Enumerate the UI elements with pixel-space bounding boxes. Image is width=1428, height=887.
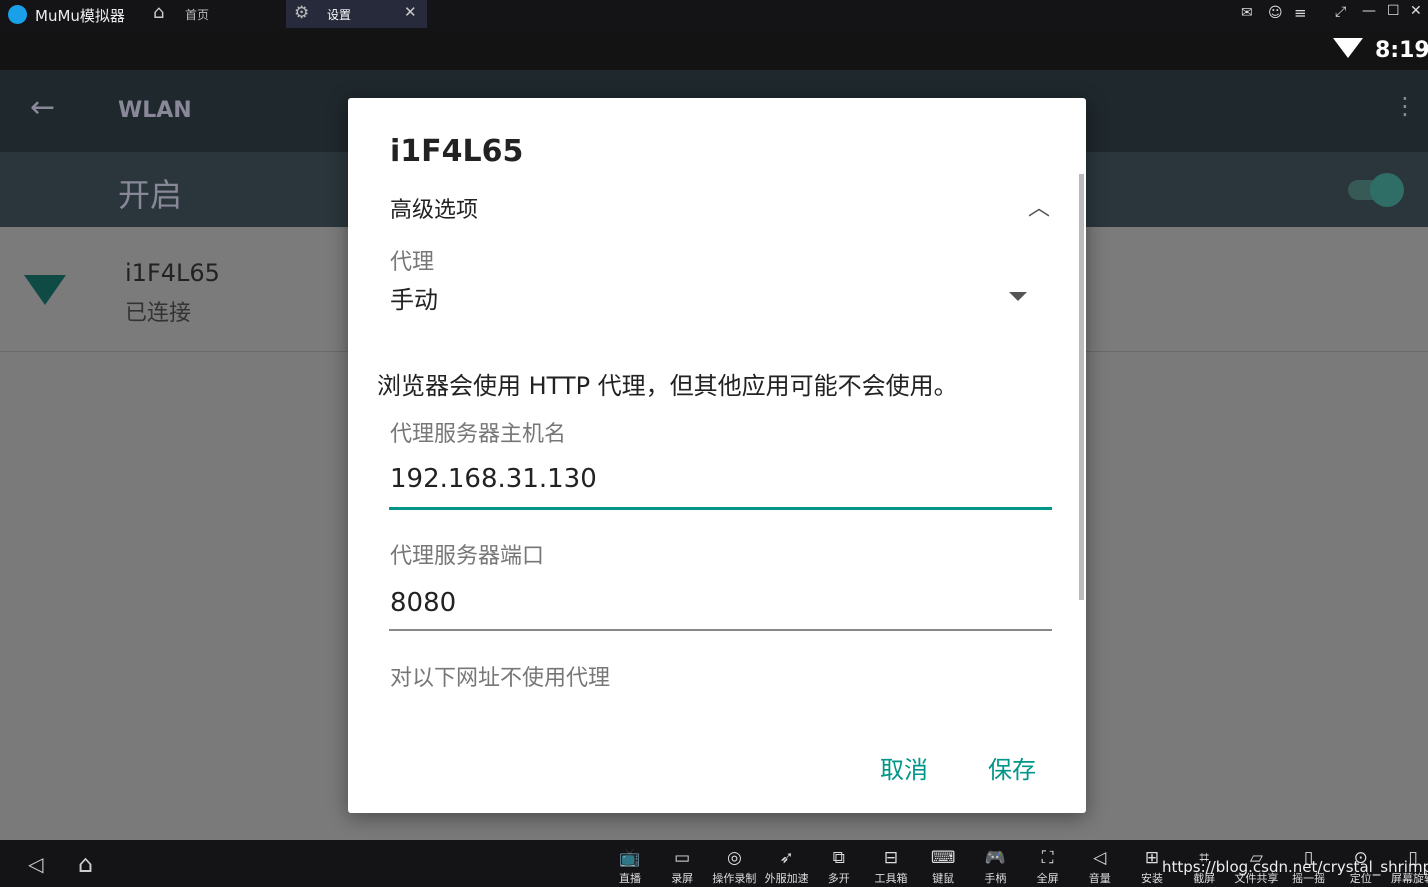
tool-record[interactable]: ◎ 操作录制 bbox=[709, 846, 759, 886]
camera-icon: ▭ bbox=[674, 848, 691, 868]
maximize-icon[interactable]: ☐ bbox=[1387, 3, 1400, 19]
tool-tv[interactable]: 📺 直播 bbox=[605, 846, 655, 886]
tool-label: 直播 bbox=[619, 872, 641, 885]
network-status: 已连接 bbox=[125, 301, 192, 326]
scrollbar[interactable] bbox=[1079, 174, 1084, 600]
host-value: 192.168.31.130 bbox=[390, 464, 597, 494]
cancel-button[interactable]: 取消 bbox=[880, 750, 928, 785]
dropdown-arrow-icon bbox=[1009, 292, 1027, 301]
host-input[interactable]: 192.168.31.130 bbox=[389, 464, 1052, 510]
network-name: i1F4L65 bbox=[125, 259, 220, 287]
tool-toolbox[interactable]: ⊟ 工具箱 bbox=[866, 846, 916, 886]
tool-label: 键鼠 bbox=[932, 872, 955, 885]
page-title: WLAN bbox=[118, 98, 192, 123]
back-arrow-icon[interactable]: ← bbox=[30, 90, 55, 125]
tab-settings[interactable]: ⚙ 设置 ✕ bbox=[286, 0, 427, 28]
tool-camera[interactable]: ▭ 录屏 bbox=[657, 846, 707, 886]
tool-label: 录屏 bbox=[671, 872, 694, 885]
overflow-menu-icon[interactable]: ⋮ bbox=[1393, 92, 1417, 120]
tool-label: 全屏 bbox=[1036, 872, 1059, 885]
tool-rocket[interactable]: ➶ 外服加速 bbox=[762, 846, 812, 886]
tool-volume[interactable]: ◁ 音量 bbox=[1075, 846, 1125, 886]
app-title: MuMu模拟器 bbox=[35, 7, 125, 25]
close-tab-icon[interactable]: ✕ bbox=[404, 3, 417, 21]
tab-label: 设置 bbox=[327, 8, 352, 22]
proxy-select[interactable]: 手动 bbox=[390, 280, 1030, 314]
mumu-logo-icon bbox=[8, 5, 27, 24]
advanced-options-toggle[interactable]: 高级选项 ︿ bbox=[390, 192, 1050, 224]
tool-label: 多开 bbox=[827, 872, 850, 885]
port-value: 8080 bbox=[390, 588, 457, 618]
wifi-icon bbox=[1333, 38, 1363, 58]
tab-home[interactable]: ⌂ 首页 bbox=[150, 0, 285, 30]
tool-label: 手柄 bbox=[984, 872, 1007, 885]
android-statusbar: 8:19 bbox=[0, 30, 1428, 70]
chevron-up-icon: ︿ bbox=[1028, 196, 1051, 221]
emulator-titlebar: MuMu模拟器 ⌂ 首页 ⚙ 设置 ✕ ✉ ☺ ≡ ⤢ — ☐ ✕ bbox=[0, 0, 1428, 30]
tv-icon: 📺 bbox=[619, 848, 641, 868]
volume-icon: ◁ bbox=[1093, 848, 1107, 868]
menu-icon[interactable]: ≡ bbox=[1294, 4, 1307, 22]
gear-icon: ⚙ bbox=[294, 3, 310, 23]
tool-multi[interactable]: ⧉ 多开 bbox=[814, 846, 864, 886]
tool-label: 工具箱 bbox=[874, 872, 908, 885]
close-icon[interactable]: ✕ bbox=[1410, 3, 1422, 19]
switch-label: 开启 bbox=[118, 176, 183, 214]
emulator-bottom-toolbar: ◁ ⌂ 📺 直播 ▭ 录屏 ◎ 操作录制 ➶ 外服加速 ⧉ 多开 ⊟ 工具箱 ⌨ 键鼠 🎮 手柄 ⛶ 全屏 ◁ 音量 ⊞… bbox=[0, 840, 1428, 887]
wifi-signal-icon bbox=[24, 275, 66, 305]
tool-label: 音量 bbox=[1088, 872, 1111, 885]
tab-label: 首页 bbox=[185, 8, 210, 22]
rocket-icon: ➶ bbox=[779, 848, 794, 868]
proxy-value: 手动 bbox=[390, 286, 438, 314]
tool-label: 操作录制 bbox=[712, 872, 757, 885]
tool-keyboard[interactable]: ⌨ 键鼠 bbox=[918, 846, 968, 886]
gamepad-icon: 🎮 bbox=[984, 848, 1006, 868]
tool-label: 安装 bbox=[1141, 872, 1163, 885]
save-button[interactable]: 保存 bbox=[988, 750, 1036, 785]
fullscreen-icon: ⛶ bbox=[1041, 848, 1054, 868]
tool-gamepad[interactable]: 🎮 手柄 bbox=[970, 846, 1020, 886]
bypass-label: 对以下网址不使用代理 bbox=[390, 666, 611, 691]
restore-icon[interactable]: ⤢ bbox=[1335, 4, 1346, 20]
tool-fullscreen[interactable]: ⛶ 全屏 bbox=[1023, 846, 1073, 886]
toolbox-icon: ⊟ bbox=[883, 848, 899, 868]
record-icon: ◎ bbox=[726, 848, 742, 868]
home-icon: ⌂ bbox=[153, 2, 165, 23]
tool-label: 外服加速 bbox=[764, 872, 809, 885]
proxy-note: 浏览器会使用 HTTP 代理，但其他应用可能不会使用。 bbox=[377, 372, 958, 400]
home-nav-icon[interactable]: ⌂ bbox=[78, 850, 93, 878]
keyboard-icon: ⌨ bbox=[930, 848, 956, 868]
user-icon[interactable]: ☺ bbox=[1268, 5, 1283, 21]
watermark: https://blog.csdn.net/crystal_shrimps bbox=[1162, 858, 1428, 876]
clock: 8:19 bbox=[1375, 38, 1428, 63]
proxy-label: 代理 bbox=[390, 250, 435, 275]
advanced-label: 高级选项 bbox=[390, 198, 479, 223]
dialog-title: i1F4L65 bbox=[390, 134, 524, 169]
host-label: 代理服务器主机名 bbox=[390, 422, 567, 447]
port-label: 代理服务器端口 bbox=[390, 544, 545, 569]
multi-icon: ⧉ bbox=[832, 848, 845, 868]
wlan-toggle[interactable] bbox=[1348, 173, 1404, 207]
minimize-icon[interactable]: — bbox=[1362, 3, 1376, 19]
proxy-dialog: i1F4L65 高级选项 ︿ 代理 手动 浏览器会使用 HTTP 代理，但其他应… bbox=[348, 98, 1086, 813]
back-nav-icon[interactable]: ◁ bbox=[28, 852, 43, 876]
mail-icon[interactable]: ✉ bbox=[1241, 5, 1253, 21]
port-input[interactable]: 8080 bbox=[389, 588, 1052, 631]
